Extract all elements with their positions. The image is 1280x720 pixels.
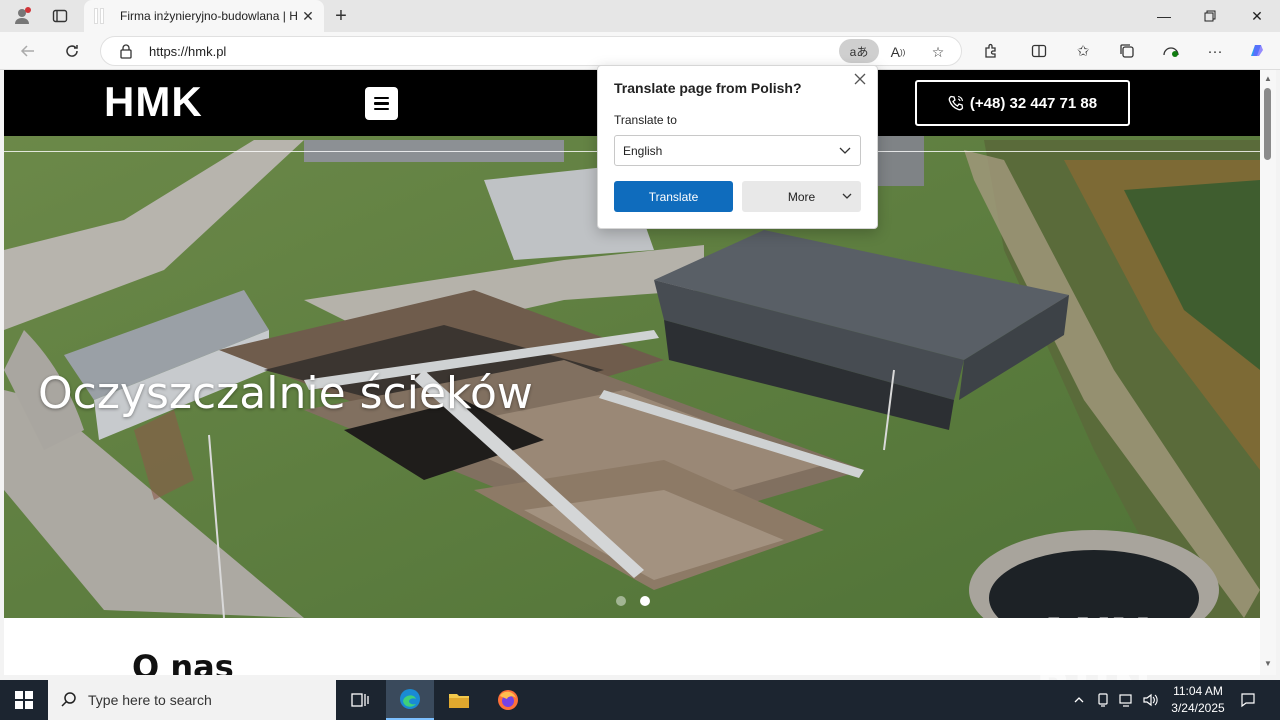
carousel-dot-2-active[interactable]	[640, 596, 650, 606]
profile-icon[interactable]	[10, 4, 34, 28]
translate-popup-close-icon[interactable]	[851, 72, 869, 90]
favorite-star-icon[interactable]: ☆	[927, 41, 949, 63]
task-view-icon[interactable]	[336, 680, 384, 720]
tab-actions-icon[interactable]	[48, 4, 72, 28]
copilot-icon[interactable]	[1244, 38, 1270, 64]
hamburger-menu-icon[interactable]	[365, 87, 398, 120]
phone-button[interactable]: (+48) 32 447 71 88	[915, 80, 1130, 126]
scroll-down-icon[interactable]: ▼	[1263, 659, 1273, 669]
minimize-icon[interactable]: —	[1141, 0, 1187, 32]
start-button[interactable]	[0, 680, 48, 720]
site-favicon-icon	[94, 8, 110, 24]
tray-overflow-icon[interactable]	[1070, 691, 1088, 709]
chevron-down-icon	[842, 193, 852, 199]
tray-device-icon[interactable]	[1094, 691, 1112, 709]
clock-time: 11:04 AM	[1173, 684, 1223, 698]
more-menu-icon[interactable]: ···	[1202, 38, 1228, 64]
tab-close-icon[interactable]: ✕	[300, 8, 316, 24]
url-text[interactable]: https://hmk.pl	[149, 44, 226, 59]
refresh-icon[interactable]	[58, 37, 86, 65]
lock-icon[interactable]	[119, 43, 133, 59]
translate-to-label: Translate to	[614, 113, 677, 127]
clock-date: 3/24/2025	[1171, 701, 1225, 715]
section-title-about: O nas	[132, 648, 234, 675]
read-aloud-icon[interactable]: A))	[887, 41, 909, 63]
translate-button[interactable]: Translate	[614, 181, 733, 212]
back-icon[interactable]	[14, 37, 42, 65]
split-screen-icon[interactable]	[1026, 38, 1052, 64]
chevron-down-icon	[839, 147, 851, 154]
file-explorer-icon[interactable]	[435, 680, 483, 720]
tab-title: Firma inżynieryjno-budowlana | H	[120, 9, 298, 23]
more-button[interactable]: More	[742, 181, 861, 212]
translate-popup-title: Translate page from Polish?	[614, 80, 802, 96]
collections-icon[interactable]	[1114, 38, 1140, 64]
restore-icon[interactable]	[1187, 0, 1233, 32]
carousel-dot-1[interactable]	[616, 596, 626, 606]
firefox-icon[interactable]	[484, 680, 532, 720]
close-window-icon[interactable]: ✕	[1234, 0, 1280, 32]
page-scrollbar[interactable]: ▲ ▼	[1260, 70, 1276, 675]
tab-active[interactable]: Firma inżynieryjno-budowlana | H ✕	[84, 0, 324, 32]
performance-icon[interactable]	[1158, 38, 1184, 64]
windows-taskbar: Type here to search 11:04 AM 3/24/2025	[0, 680, 1280, 720]
phone-icon	[948, 95, 964, 111]
translate-popup: Translate page from Polish? Translate to…	[597, 65, 878, 229]
network-icon[interactable]	[1118, 691, 1136, 709]
extensions-icon[interactable]	[978, 38, 1004, 64]
notification-icon[interactable]	[1238, 691, 1258, 709]
clock[interactable]: 11:04 AM 3/24/2025	[1163, 683, 1233, 717]
new-tab-icon[interactable]: +	[329, 4, 353, 28]
language-select-value: English	[623, 144, 663, 158]
translate-page-icon[interactable]: aあ	[839, 39, 879, 63]
search-placeholder: Type here to search	[88, 692, 212, 708]
scroll-up-icon[interactable]: ▲	[1263, 74, 1273, 84]
site-logo[interactable]: HMK	[104, 78, 203, 126]
favorites-icon[interactable]: ✩	[1070, 38, 1096, 64]
search-icon	[61, 692, 76, 707]
windows-logo-icon	[15, 691, 33, 709]
scroll-thumb[interactable]	[1264, 88, 1271, 160]
address-bar[interactable]: https://hmk.pl aあ A)) ☆	[100, 36, 962, 66]
edge-taskbar-icon[interactable]	[386, 680, 434, 720]
taskbar-search[interactable]: Type here to search	[48, 680, 336, 720]
volume-icon[interactable]	[1142, 691, 1160, 709]
phone-number: (+48) 32 447 71 88	[969, 94, 1098, 112]
more-button-label: More	[787, 189, 816, 204]
browser-tab-bar: Firma inżynieryjno-budowlana | H ✕ + — ✕	[0, 0, 1280, 32]
hero-heading: Oczyszczalnie ścieków	[38, 368, 533, 419]
language-select[interactable]: English	[614, 135, 861, 166]
